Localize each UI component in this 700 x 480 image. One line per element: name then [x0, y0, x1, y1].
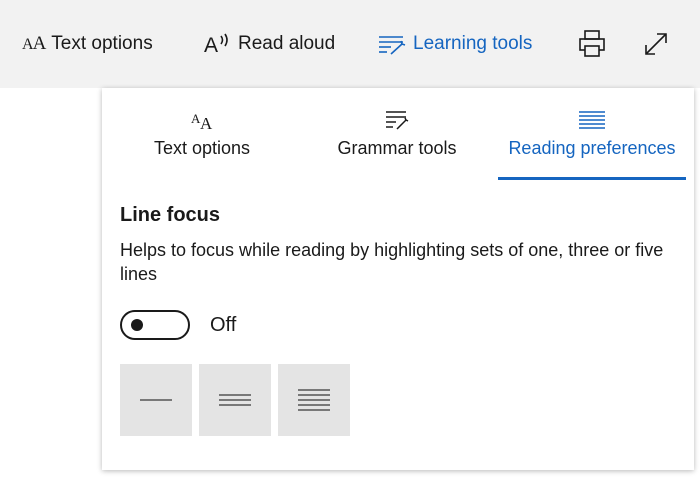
lines-icon — [498, 108, 686, 132]
expand-icon — [645, 33, 667, 55]
toggle-knob — [131, 319, 143, 331]
text-options-label: Text options — [51, 33, 153, 54]
line-focus-toggle-row: Off — [120, 308, 236, 342]
read-aloud-button[interactable]: A Read aloud — [204, 24, 335, 64]
top-toolbar: AA Text options A Read aloud Learning to… — [0, 0, 700, 88]
tab-label: Text options — [153, 138, 251, 158]
one-line-button[interactable] — [120, 364, 192, 436]
learning-tools-icon — [379, 36, 406, 55]
learning-tools-panel: A A Text options Grammar tools Reading p… — [102, 88, 694, 470]
five-lines-button[interactable] — [278, 364, 350, 436]
section-description: Helps to focus while reading by highligh… — [120, 240, 664, 284]
svg-text:A: A — [204, 34, 218, 57]
three-lines-button[interactable] — [199, 364, 271, 436]
tab-grammar-tools[interactable]: Grammar tools — [324, 88, 470, 182]
panel-tabs: A A Text options Grammar tools Reading p… — [102, 88, 694, 182]
learning-tools-label: Learning tools — [413, 33, 533, 54]
fullscreen-button[interactable] — [642, 24, 670, 64]
active-tab-indicator — [498, 177, 686, 180]
tab-text-options[interactable]: A A Text options — [132, 88, 272, 182]
svg-text:A: A — [200, 114, 213, 131]
section-title: Line focus — [120, 204, 221, 226]
line-focus-toggle[interactable] — [120, 310, 190, 340]
read-aloud-label: Read aloud — [238, 33, 336, 54]
three-lines-icon — [219, 394, 251, 406]
tab-label: Reading preferences — [508, 138, 676, 158]
learning-tools-button[interactable]: Learning tools — [377, 24, 532, 64]
printer-icon — [579, 30, 605, 57]
read-aloud-icon: A — [204, 33, 228, 57]
one-line-icon — [140, 399, 172, 401]
grammar-icon — [324, 108, 470, 132]
tab-reading-preferences[interactable]: Reading preferences — [498, 88, 686, 182]
text-size-icon: AA — [22, 33, 46, 54]
tab-label: Grammar tools — [337, 138, 457, 158]
text-size-icon: A A — [132, 108, 272, 132]
toggle-state-label: Off — [210, 313, 237, 336]
line-focus-section: Line focus Helps to focus while reading … — [120, 202, 680, 286]
text-options-button[interactable]: AA Text options — [22, 24, 153, 64]
print-button[interactable] — [578, 24, 606, 64]
five-lines-icon — [298, 389, 330, 411]
line-count-options — [120, 364, 357, 436]
